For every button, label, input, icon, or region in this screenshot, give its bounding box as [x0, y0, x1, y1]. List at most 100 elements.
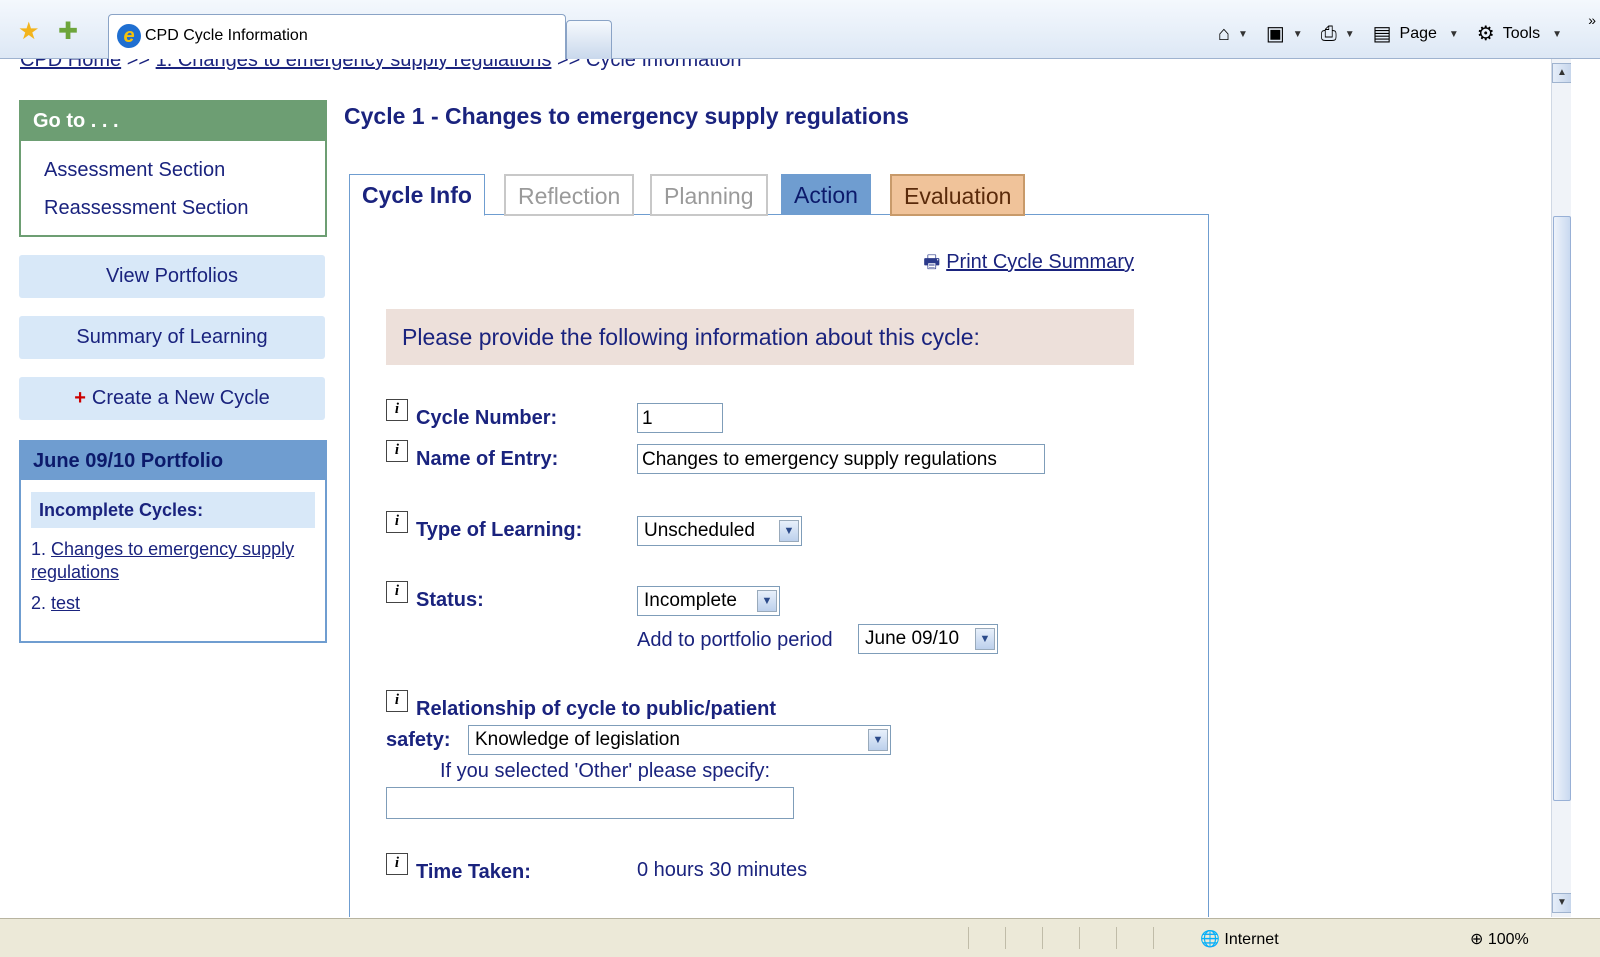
- status-divider: [1153, 927, 1154, 949]
- cycle-link[interactable]: Changes to emergency supply regulations: [31, 539, 294, 582]
- tab-reflection[interactable]: Reflection: [504, 174, 635, 216]
- cycle-number-input[interactable]: 1: [637, 403, 723, 433]
- time-taken-value: 0 hours 30 minutes: [637, 859, 808, 881]
- type-of-learning-label-text: Type of Learning:: [416, 519, 583, 541]
- chevron-down-icon[interactable]: ▼: [779, 520, 799, 542]
- cycle-number-label-text: Cycle Number:: [416, 407, 558, 429]
- globe-icon: 🌐: [1200, 931, 1220, 948]
- tab-action[interactable]: Action: [781, 174, 871, 214]
- info-icon[interactable]: i: [386, 399, 408, 421]
- chevron-down-icon[interactable]: ▼: [975, 628, 995, 650]
- page-menu-button[interactable]: Page: [1400, 25, 1437, 43]
- relationship-label: i Relationship of cycle to public/patient: [386, 690, 777, 721]
- vertical-scrollbar[interactable]: ▲ ▼: [1551, 59, 1572, 917]
- type-of-learning-label: i Type of Learning:: [386, 511, 583, 542]
- view-portfolios-button[interactable]: View Portfolios: [19, 255, 325, 298]
- status-divider: [1079, 927, 1080, 949]
- tab-planning[interactable]: Planning: [650, 174, 768, 216]
- info-icon[interactable]: i: [386, 581, 408, 603]
- status-label: i Status:: [386, 581, 484, 612]
- time-taken-label: i Time Taken:: [386, 853, 531, 884]
- info-icon[interactable]: i: [386, 511, 408, 533]
- page-dropdown-icon[interactable]: ▼: [1449, 29, 1459, 40]
- relationship-label-text: Relationship of cycle to public/patient: [416, 698, 777, 720]
- left-sidebar: Go to . . . Assessment Section Reassessm…: [19, 100, 327, 643]
- scroll-up-icon[interactable]: ▲: [1552, 63, 1572, 83]
- chevron-down-icon[interactable]: ▼: [757, 590, 777, 612]
- type-of-learning-value: Unscheduled: [644, 520, 755, 541]
- summary-of-learning-button[interactable]: Summary of Learning: [19, 316, 325, 359]
- page-icon: ▤: [1372, 23, 1392, 45]
- page-viewport: CPD Home >> 1. Changes to emergency supp…: [10, 59, 1551, 917]
- chevron-down-icon[interactable]: ▼: [868, 729, 888, 751]
- other-specify-input[interactable]: [386, 787, 794, 819]
- feeds-dropdown-icon[interactable]: ▼: [1293, 29, 1303, 40]
- print-dropdown-icon[interactable]: ▼: [1345, 29, 1355, 40]
- incomplete-cycles-heading: Incomplete Cycles:: [31, 492, 315, 528]
- info-notice: Please provide the following information…: [386, 309, 1134, 365]
- time-taken-label-text: Time Taken:: [416, 861, 531, 883]
- assessment-section-link[interactable]: Assessment Section: [21, 151, 325, 189]
- ie-logo-icon: e: [117, 24, 141, 48]
- goto-title: Go to . . .: [21, 102, 325, 141]
- tab-evaluation[interactable]: Evaluation: [890, 174, 1026, 216]
- name-of-entry-label: i Name of Entry:: [386, 440, 559, 471]
- print-toolbar-icon[interactable]: ⎙: [1321, 24, 1337, 44]
- cycle-tabs: Cycle Info Reflection Planning Action Ev…: [349, 174, 1209, 216]
- print-cycle-summary-link[interactable]: Print Cycle Summary: [946, 251, 1134, 273]
- home-icon[interactable]: ⌂: [1218, 24, 1230, 44]
- home-dropdown-icon[interactable]: ▼: [1238, 29, 1248, 40]
- breadcrumb-cycle[interactable]: 1. Changes to emergency supply regulatio…: [156, 59, 552, 71]
- status-divider: [1042, 927, 1043, 949]
- relationship-value: Knowledge of legislation: [475, 729, 680, 750]
- create-new-cycle-button[interactable]: + Create a New Cycle: [19, 377, 325, 420]
- tools-dropdown-icon[interactable]: ▼: [1552, 29, 1562, 40]
- reassessment-section-link[interactable]: Reassessment Section: [21, 189, 325, 227]
- portfolio-title: June 09/10 Portfolio: [21, 442, 325, 480]
- page-title: Cycle 1 - Changes to emergency supply re…: [344, 103, 909, 129]
- portfolio-period-select[interactable]: June 09/10 ▼: [858, 624, 998, 654]
- breadcrumb-separator: >>: [126, 59, 151, 71]
- status-divider: [968, 927, 969, 949]
- type-of-learning-select[interactable]: Unscheduled ▼: [637, 516, 802, 546]
- status-select[interactable]: Incomplete ▼: [637, 586, 780, 616]
- relationship-select[interactable]: Knowledge of legislation ▼: [468, 725, 891, 755]
- tab-cycle-info[interactable]: Cycle Info: [349, 174, 485, 216]
- create-new-cycle-label: Create a New Cycle: [91, 387, 270, 409]
- breadcrumb-current: Cycle Information: [585, 59, 742, 71]
- cycle-info-panel: 🖶 Print Cycle Summary Please provide the …: [349, 215, 1209, 917]
- tools-menu-button[interactable]: Tools: [1503, 25, 1540, 43]
- breadcrumb-separator: >>: [556, 59, 581, 71]
- info-icon[interactable]: i: [386, 440, 408, 462]
- scrollbar-thumb[interactable]: [1553, 216, 1571, 801]
- print-summary[interactable]: 🖶 Print Cycle Summary: [923, 250, 1134, 280]
- scroll-down-icon[interactable]: ▼: [1552, 893, 1572, 913]
- security-zone[interactable]: 🌐 Internet: [1200, 929, 1279, 949]
- zoom-control[interactable]: ⊕ 100%: [1470, 929, 1529, 949]
- cycle-number-label: i Cycle Number:: [386, 399, 558, 430]
- portfolio-panel: June 09/10 Portfolio Incomplete Cycles: …: [19, 440, 327, 643]
- name-of-entry-input[interactable]: Changes to emergency supply regulations: [637, 444, 1045, 474]
- new-tab-button[interactable]: [566, 20, 612, 59]
- feeds-icon[interactable]: ▣: [1266, 24, 1285, 44]
- favorites-star-icon[interactable]: ★: [18, 20, 40, 44]
- window-margin: [1571, 59, 1600, 917]
- command-bar: ⌂ ▼ ▣ ▼ ⎙ ▼ ▤ Page ▼ ⚙ Tools ▼: [1218, 22, 1572, 46]
- status-value: Incomplete: [644, 590, 737, 611]
- toolbar-overflow-icon[interactable]: »: [1588, 12, 1596, 28]
- goto-panel: Go to . . . Assessment Section Reassessm…: [19, 100, 327, 237]
- browser-tab-title: CPD Cycle Information: [145, 27, 308, 44]
- add-favorites-icon[interactable]: ✚: [58, 20, 78, 44]
- status-label-text: Status:: [416, 589, 484, 611]
- browser-tab-active[interactable]: e CPD Cycle Information: [108, 14, 566, 59]
- zone-label: Internet: [1224, 931, 1279, 948]
- cycle-link[interactable]: test: [51, 593, 80, 613]
- relationship-label-line2: safety:: [386, 729, 451, 751]
- breadcrumb: CPD Home >> 1. Changes to emergency supp…: [20, 59, 742, 72]
- incomplete-cycles-list: 1. Changes to emergency supply regulatio…: [21, 528, 325, 641]
- info-icon[interactable]: i: [386, 853, 408, 875]
- name-of-entry-label-text: Name of Entry:: [416, 448, 559, 470]
- status-bar: 🌐 Internet ⊕ 100%: [0, 918, 1600, 957]
- info-icon[interactable]: i: [386, 690, 408, 712]
- breadcrumb-cpd-home[interactable]: CPD Home: [20, 59, 121, 71]
